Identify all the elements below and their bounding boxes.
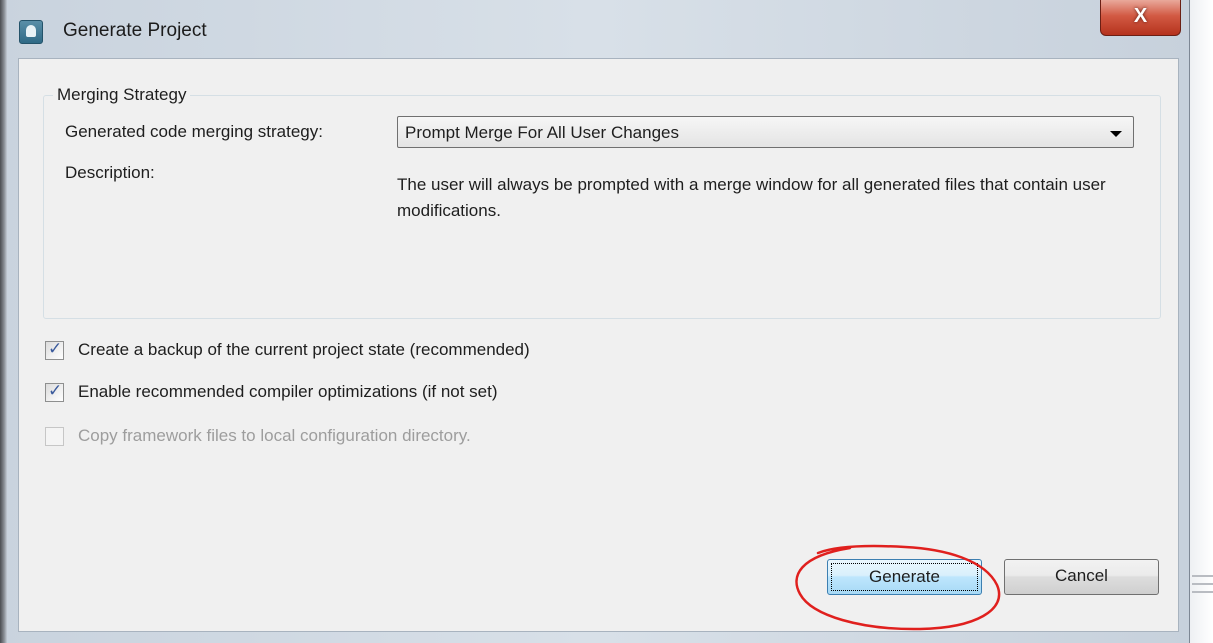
- strategy-label: Generated code merging strategy:: [65, 122, 323, 141]
- compiler-optimizations-checkbox[interactable]: [45, 381, 64, 402]
- merging-strategy-selected: Prompt Merge For All User Changes: [405, 123, 679, 142]
- cancel-button[interactable]: Cancel: [1004, 559, 1159, 595]
- dialog-content: Merging Strategy Generated code merging …: [18, 58, 1179, 632]
- compiler-optimizations-label[interactable]: Enable recommended compiler optimization…: [78, 382, 498, 402]
- close-button[interactable]: X: [1100, 0, 1181, 36]
- desktop-background: [1190, 0, 1213, 643]
- description-text: The user will always be prompted with a …: [397, 175, 1106, 220]
- generate-button[interactable]: Generate: [827, 559, 982, 595]
- chevron-down-icon: [1110, 131, 1122, 137]
- close-icon: X: [1133, 5, 1148, 27]
- backup-label[interactable]: Create a backup of the current project s…: [78, 340, 530, 360]
- copy-framework-checkbox: [45, 427, 64, 446]
- backup-checkbox[interactable]: [45, 339, 64, 360]
- window-frame-left: [0, 0, 7, 643]
- description-label: Description:: [65, 163, 155, 182]
- background-window-edge: [1192, 575, 1213, 601]
- generate-project-dialog: Generate Project X Merging Strategy Gene…: [0, 0, 1190, 643]
- copy-framework-label: Copy framework files to local configurat…: [78, 426, 471, 445]
- generate-button-label: Generate: [831, 563, 978, 591]
- window-title: Generate Project: [63, 20, 207, 41]
- merging-strategy-title: Merging Strategy: [53, 85, 191, 105]
- merging-strategy-dropdown[interactable]: Prompt Merge For All User Changes: [397, 116, 1134, 148]
- title-bar[interactable]: Generate Project X: [7, 0, 1190, 58]
- app-icon: [19, 20, 43, 44]
